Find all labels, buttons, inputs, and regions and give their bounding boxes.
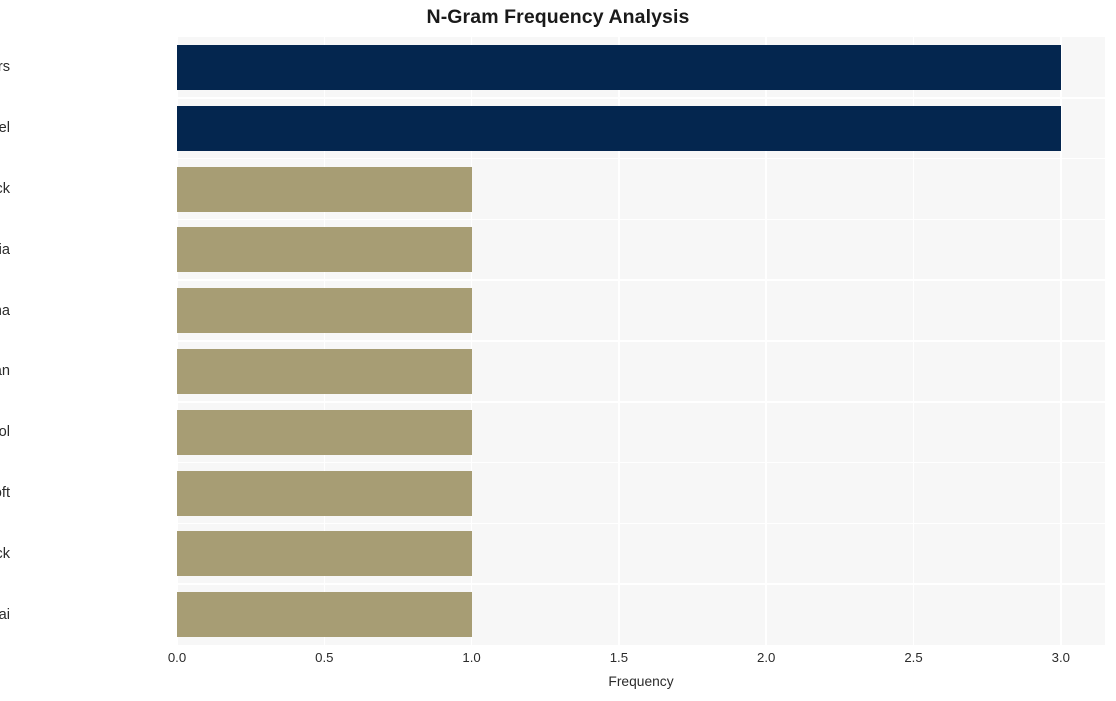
- bar[interactable]: [177, 105, 1061, 151]
- y-axis-tick-label: hackers russia china: [0, 302, 10, 319]
- x-axis-tick-label: 3.0: [1051, 650, 1070, 665]
- bar[interactable]: [177, 470, 472, 516]
- horizontal-gridline: [177, 279, 1105, 281]
- x-axis-tick-label: 0.0: [167, 650, 187, 665]
- chart-container: N-Gram Frequency Analysis state back hac…: [0, 0, 1116, 701]
- horizontal-gridline: [177, 340, 1105, 342]
- y-axis-tick-label: iran tool microsoft: [0, 485, 10, 501]
- y-axis-tick-label: microsoft back openai: [0, 606, 10, 623]
- x-axis-tick-label: 1.0: [462, 650, 481, 665]
- horizontal-gridline: [177, 218, 1105, 221]
- bar[interactable]: [177, 348, 472, 394]
- y-axis-tick-label: state back hackers: [0, 59, 10, 76]
- y-axis-tick-label: russia china iran: [0, 363, 10, 380]
- bar[interactable]: [177, 166, 472, 212]
- chart-title: N-Gram Frequency Analysis: [426, 6, 690, 28]
- x-axis-tick-label: 2.0: [757, 650, 776, 665]
- bar[interactable]: [177, 44, 1061, 90]
- y-axis-tick-label: tool microsoft back: [0, 545, 10, 562]
- y-axis-tick-label: hash state back: [0, 181, 10, 197]
- horizontal-gridline: [177, 461, 1105, 464]
- y-axis-tick-label: back hackers russia: [0, 241, 10, 258]
- bar[interactable]: [177, 531, 472, 577]
- y-axis-tick-label: large language model: [0, 120, 10, 137]
- horizontal-gridline: [177, 97, 1105, 99]
- horizontal-gridline: [177, 401, 1105, 403]
- x-axis-label: Frequency: [608, 674, 674, 689]
- x-axis-tick-label: 2.5: [904, 650, 923, 665]
- horizontal-gridline: [177, 522, 1105, 525]
- bar[interactable]: [177, 592, 472, 638]
- horizontal-gridline: [177, 583, 1105, 585]
- x-axis-tick-label: 0.5: [315, 650, 334, 665]
- y-axis-tick-label: china iran tool: [0, 424, 10, 441]
- x-axis-tick-label: 1.5: [609, 650, 629, 665]
- bar[interactable]: [177, 288, 472, 334]
- plot-area: [177, 37, 1105, 645]
- bar[interactable]: [177, 227, 472, 273]
- bar[interactable]: [177, 409, 472, 455]
- horizontal-gridline: [177, 157, 1105, 160]
